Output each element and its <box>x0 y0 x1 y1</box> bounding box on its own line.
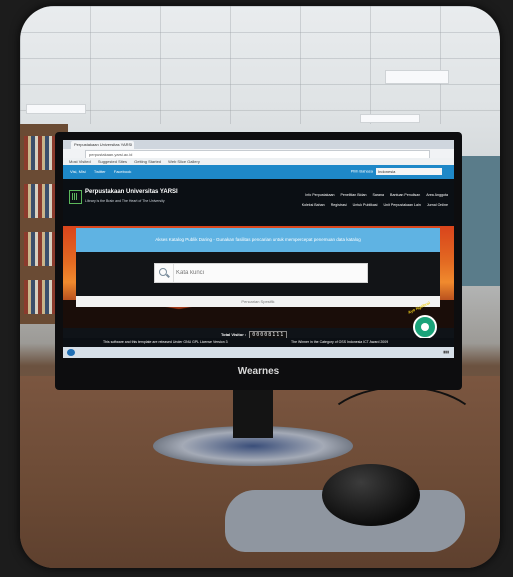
bookmark-item[interactable]: Suggested Sites <box>98 159 127 164</box>
search-box <box>154 263 368 283</box>
nav-link-facebook[interactable]: Facebook <box>114 169 132 174</box>
ceiling-light <box>385 70 449 84</box>
language-picker: Pilih Bahasa Indonesia <box>351 168 442 175</box>
footer-license: This software and this template are rele… <box>103 340 228 344</box>
cable <box>320 386 484 480</box>
menu-item[interactable]: Info Perpustakaan <box>305 193 334 197</box>
menu-item[interactable]: Bantuan Penulisan <box>390 193 420 197</box>
site-title[interactable]: Perpustakaan Universitas YARSI <box>85 189 178 195</box>
menu-item[interactable]: Koleksi Bahan <box>302 203 325 207</box>
menu-item[interactable]: Penelitian Bidan <box>340 193 366 197</box>
search-icon[interactable] <box>155 264 174 282</box>
site-header: Perpustakaan Universitas YARSI Library i… <box>63 179 454 226</box>
window-panel <box>460 156 500 286</box>
search-input[interactable] <box>176 266 356 279</box>
advanced-search-button[interactable]: Pencarian Spesifik <box>76 296 440 307</box>
menu-item[interactable]: Unit Perpustakaan Lain <box>383 203 420 207</box>
bookmark-item[interactable]: Most Visited <box>69 159 91 164</box>
language-label: Pilih Bahasa <box>350 168 373 174</box>
start-button-icon[interactable] <box>67 349 75 356</box>
ceiling-light <box>360 114 420 123</box>
nav-link-visi-misi[interactable]: Visi, Misi <box>70 169 86 174</box>
monitor: Perpustakaan Universitas YARSI perpustak… <box>55 132 462 390</box>
bookmark-item[interactable]: Getting Started <box>134 159 161 164</box>
footer-award: The Winner in the Category of OSS Indone… <box>291 340 389 344</box>
menu-item[interactable]: Sarana <box>372 193 384 197</box>
library-logo-icon <box>69 190 82 204</box>
main-menu-row-1: Info Perpustakaan Penelitian Bidan Saran… <box>300 193 448 197</box>
main-menu-row-2: Koleksi Bahan Registrasi Untuk Publikasi… <box>297 203 448 207</box>
hero-section: Akses Katalog Publik Daring - Gunakan fa… <box>63 226 454 328</box>
visitor-label: Total Visitor : <box>221 332 247 337</box>
top-nav: Visi, Misi Twitter Facebook Pilih Bahasa… <box>63 165 454 179</box>
ceiling <box>20 6 500 124</box>
site-footer: This software and this template are rele… <box>63 338 454 347</box>
photo: Perpustakaan Universitas YARSI perpustak… <box>20 6 500 568</box>
computer-mouse <box>322 464 420 526</box>
menu-item[interactable]: Jurnal Online <box>427 203 448 207</box>
photo-frame: Perpustakaan Universitas YARSI perpustak… <box>0 0 513 577</box>
ceiling-light <box>26 104 86 114</box>
search-panel <box>76 252 440 296</box>
bookmark-item[interactable]: Web Slice Gallery <box>168 159 200 164</box>
taskbar-clock-icon: ▮▮▮ <box>443 350 449 354</box>
menu-item[interactable]: Untuk Publikasi <box>353 203 378 207</box>
os-taskbar: ▮▮▮ <box>63 347 454 358</box>
chat-bubble-icon[interactable] <box>413 315 437 339</box>
bookmarks-bar: Most Visited Suggested Sites Getting Sta… <box>63 158 454 165</box>
browser-address-bar: perpustakaan.yarsi.ac.id <box>63 149 454 159</box>
nav-link-twitter[interactable]: Twitter <box>94 169 106 174</box>
menu-item[interactable]: Area Anggota <box>426 193 448 197</box>
monitor-stand-neck <box>233 390 273 438</box>
monitor-brand: Wearnes <box>237 366 280 377</box>
chat-widget[interactable]: Ayo Ngobrol <box>407 300 437 339</box>
menu-item[interactable]: Registrasi <box>331 203 347 207</box>
site-tagline: Library is the Brain and The Heart of Th… <box>85 199 165 203</box>
opac-banner: Akses Katalog Publik Daring - Gunakan fa… <box>76 228 440 252</box>
top-nav-links: Visi, Misi Twitter Facebook <box>63 169 131 174</box>
browser-tab[interactable]: Perpustakaan Universitas YARSI <box>71 141 134 149</box>
language-select[interactable]: Indonesia <box>376 168 442 175</box>
monitor-screen: Perpustakaan Universitas YARSI perpustak… <box>63 140 454 358</box>
browser-tab-bar: Perpustakaan Universitas YARSI <box>63 140 454 149</box>
